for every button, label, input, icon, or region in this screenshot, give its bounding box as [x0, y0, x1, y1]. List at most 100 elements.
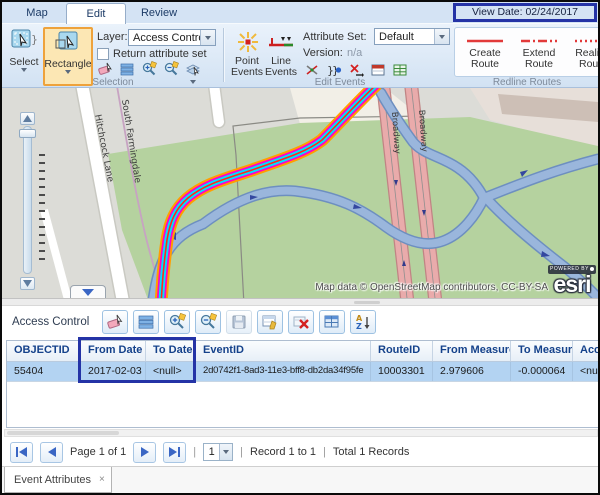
dropdown-button[interactable] — [219, 444, 232, 460]
previous-page-button[interactable] — [40, 442, 63, 463]
merge-events-icon: }} — [326, 62, 342, 78]
previous-page-icon — [48, 447, 56, 457]
clear-selection-button[interactable] — [95, 59, 114, 78]
rectangle-tool-label: Rectangle — [44, 58, 91, 70]
select-all-button[interactable] — [117, 59, 136, 78]
dropdown-button[interactable] — [200, 30, 215, 45]
redline-routes-panel: Create Route Extend Route Realign Route — [454, 27, 600, 77]
last-page-icon — [169, 447, 177, 457]
page-number-combo[interactable]: 1 — [203, 443, 233, 461]
save-icon — [230, 313, 248, 331]
zoom-to-selection-button[interactable] — [164, 310, 190, 334]
layer-dropdown[interactable]: Access Control — [128, 29, 216, 46]
next-page-icon — [141, 447, 149, 457]
realign-route-label: Realign Route — [571, 48, 600, 70]
realign-route-button[interactable]: Realign Route — [571, 36, 600, 70]
svg-text:Z: Z — [356, 322, 362, 331]
column-header[interactable]: From Date — [81, 341, 146, 361]
column-header[interactable]: OBJECTID — [7, 341, 81, 361]
delete-selected-button[interactable] — [288, 310, 314, 334]
zoom-out-selection-icon — [163, 61, 179, 77]
last-page-button[interactable] — [163, 442, 186, 463]
scrollbar-thumb[interactable] — [7, 431, 119, 435]
panel-splitter[interactable] — [2, 298, 598, 306]
clear-selection-button[interactable] — [102, 310, 128, 334]
esri-wordmark: esri — [548, 274, 596, 295]
sort-button[interactable]: AZ — [350, 310, 376, 334]
zoom-slider-thumb[interactable] — [19, 129, 36, 138]
attribute-set-value: Default — [375, 31, 434, 43]
tab-review[interactable]: Review — [128, 3, 190, 24]
tab-event-attributes[interactable]: Event Attributes × — [4, 467, 112, 493]
tab-edit[interactable]: Edit — [66, 3, 126, 24]
dropdown-button[interactable] — [434, 29, 449, 44]
esri-logo: POWERED BY esri — [548, 265, 596, 295]
clear-selection-icon — [106, 313, 124, 331]
next-page-button[interactable] — [133, 442, 156, 463]
cell-access: <null> — [573, 362, 600, 381]
column-header[interactable]: Access — [573, 341, 600, 361]
select-tool-button[interactable]: } Select — [7, 29, 41, 72]
edit-attributes-button[interactable] — [257, 310, 283, 334]
map-attribution: Map data © OpenStreetMap contributors, C… — [315, 282, 548, 293]
select-tool-label: Select — [9, 56, 38, 68]
event-editor-window: Map Edit Review View Date: 02/24/2017 } … — [0, 0, 600, 495]
select-all-icon — [137, 313, 155, 331]
edit-attributes-icon — [261, 313, 279, 331]
extend-route-label: Extend Route — [517, 48, 561, 70]
point-events-button[interactable] — [230, 30, 266, 57]
layer-label: Layer: — [97, 31, 128, 43]
cell-routeid: 10003301 — [371, 362, 433, 381]
splitter-handle[interactable] — [354, 301, 380, 304]
cell-objectid: 55404 — [7, 362, 81, 381]
cell-eventid: 2d0742f1-8ad3-11e3-bff8-db2da34f95fe — [196, 362, 371, 381]
chevron-down-icon — [439, 35, 445, 39]
column-header[interactable]: To Measure — [511, 341, 573, 361]
point-events-label: Point Events — [228, 56, 266, 78]
column-header[interactable]: EventID — [196, 341, 371, 361]
extend-route-button[interactable]: Extend Route — [517, 36, 561, 70]
column-header[interactable]: From Measure — [433, 341, 511, 361]
column-header[interactable]: To Date — [146, 341, 196, 361]
zoom-out-button[interactable] — [20, 277, 35, 290]
zoom-out-selection-button[interactable] — [161, 59, 180, 78]
pagination-bar: Page 1 of 1 | 1 | Record 1 to 1 | Total … — [2, 439, 598, 465]
zoom-to-selection-icon — [141, 61, 157, 77]
horizontal-scrollbar[interactable] — [4, 429, 598, 437]
first-page-button[interactable] — [10, 442, 33, 463]
tab-map[interactable]: Map — [10, 3, 64, 24]
chevron-down-icon — [82, 289, 94, 296]
map-graphics: Hitchcock Lane South Farmingdale Broadwa… — [2, 88, 598, 298]
version-value: n/a — [347, 47, 362, 59]
separator: | — [323, 446, 326, 458]
table-row-selected[interactable]: 55404 2017-02-03 <null> 2d0742f1-8ad3-11… — [7, 362, 599, 382]
svg-text:}: } — [31, 33, 37, 46]
map-canvas[interactable]: Hitchcock Lane South Farmingdale Broadwa… — [2, 88, 598, 298]
selection-options-button[interactable] — [183, 59, 202, 78]
select-all-icon — [119, 61, 135, 77]
delete-selected-icon — [292, 313, 310, 331]
line-events-label: Line Events — [263, 56, 299, 78]
page-status-label: Page 1 of 1 — [70, 446, 126, 458]
ribbon: } Select Rectangle Layer: Access Control… — [2, 24, 598, 88]
zoom-slider-track[interactable] — [23, 126, 32, 274]
collapse-panel-button[interactable] — [70, 285, 106, 298]
zoom-out-selection-button[interactable] — [195, 310, 221, 334]
save-button[interactable] — [226, 310, 252, 334]
line-events-button[interactable] — [264, 32, 298, 55]
create-route-button[interactable]: Create Route — [463, 36, 507, 70]
close-icon[interactable]: × — [99, 474, 105, 485]
zoom-in-button[interactable] — [20, 112, 35, 125]
chevron-down-icon — [65, 70, 71, 74]
selection-options-icon — [185, 61, 201, 77]
cell-to-date: <null> — [146, 362, 196, 381]
split-event-icon — [304, 62, 320, 78]
select-all-button[interactable] — [133, 310, 159, 334]
page-number-value: 1 — [204, 446, 219, 458]
first-page-icon — [19, 447, 27, 457]
attribute-table-button[interactable] — [319, 310, 345, 334]
column-header[interactable]: RouteID — [371, 341, 433, 361]
attribute-set-dropdown[interactable]: Default — [374, 28, 450, 45]
zoom-to-selection-button[interactable] — [139, 59, 158, 78]
record-range-label: Record 1 to 1 — [250, 446, 316, 458]
